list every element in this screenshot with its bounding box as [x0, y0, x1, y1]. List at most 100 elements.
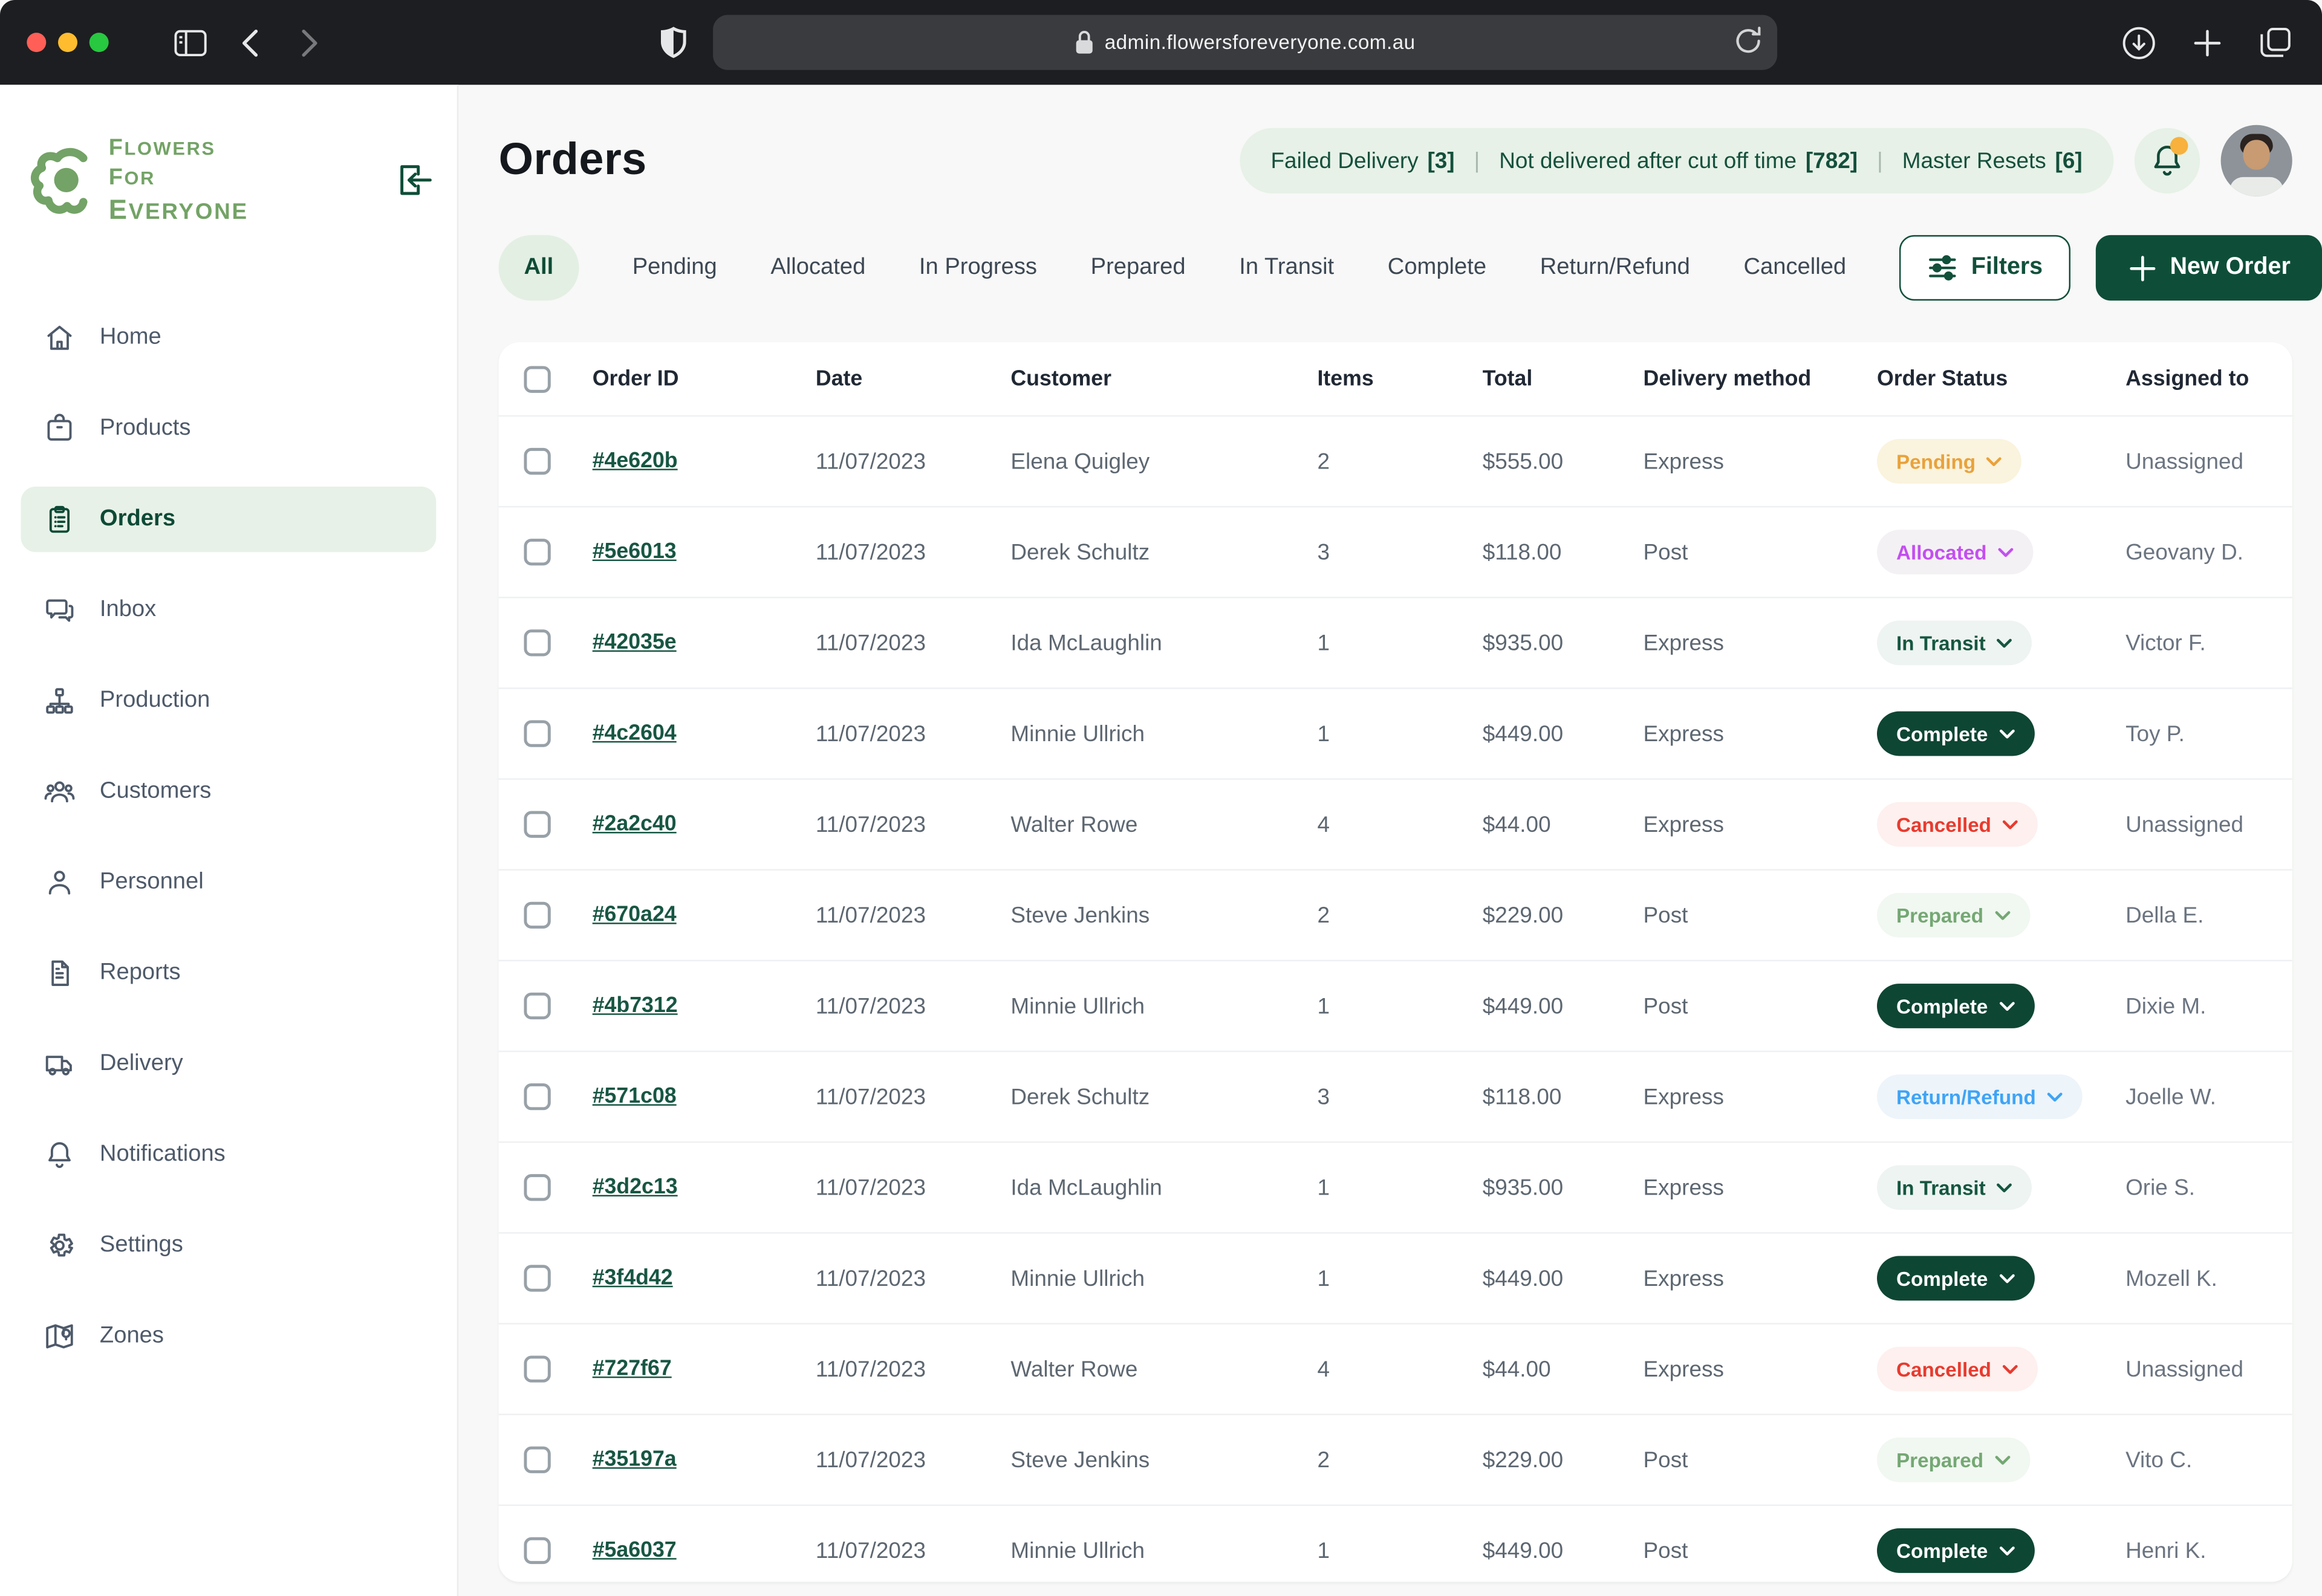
- order-status-badge[interactable]: Return/Refund: [1877, 1074, 2082, 1119]
- alert-segment[interactable]: Master Resets [6]: [1902, 148, 2083, 174]
- order-status-badge[interactable]: Complete: [1877, 1256, 2034, 1301]
- page-title: Orders: [499, 135, 647, 186]
- tab-all[interactable]: All: [499, 235, 579, 300]
- order-id-link[interactable]: #35197a: [593, 1448, 816, 1471]
- sidebar-item-personnel[interactable]: Personnel: [21, 849, 436, 915]
- downloads-icon[interactable]: [2119, 23, 2158, 62]
- tab-in-progress[interactable]: In Progress: [919, 255, 1037, 281]
- order-total: $44.00: [1483, 1357, 1644, 1382]
- zoom-window-button[interactable]: [89, 33, 109, 52]
- order-status-badge[interactable]: Allocated: [1877, 530, 2033, 574]
- order-id-link[interactable]: #571c08: [593, 1085, 816, 1108]
- order-id-link[interactable]: #4b7312: [593, 994, 816, 1017]
- tab-prepared[interactable]: Prepared: [1091, 255, 1186, 281]
- tab-pending[interactable]: Pending: [633, 255, 717, 281]
- order-id-link[interactable]: #3d2c13: [593, 1176, 816, 1199]
- sidebar-item-products[interactable]: Products: [21, 396, 436, 461]
- new-tab-icon[interactable]: [2188, 23, 2226, 62]
- tab-in-transit[interactable]: In Transit: [1239, 255, 1334, 281]
- sidebar-item-zones[interactable]: Zones: [21, 1303, 436, 1369]
- settings-icon: [43, 1229, 76, 1262]
- sidebar-item-orders[interactable]: Orders: [21, 487, 436, 552]
- sidebar-item-label: Orders: [100, 506, 175, 533]
- order-id-link[interactable]: #2a2c40: [593, 813, 816, 836]
- new-order-button[interactable]: New Order: [2096, 235, 2322, 300]
- row-checkbox[interactable]: [524, 1355, 550, 1382]
- reload-icon[interactable]: [1734, 25, 1763, 57]
- order-id-link[interactable]: #4e620b: [593, 449, 816, 473]
- alert-segment[interactable]: Failed Delivery [3]: [1270, 148, 1454, 174]
- row-checkbox[interactable]: [524, 1083, 550, 1110]
- row-checkbox[interactable]: [524, 1265, 550, 1291]
- order-status-badge[interactable]: Complete: [1877, 1528, 2034, 1573]
- order-status-badge[interactable]: Prepared: [1877, 893, 2029, 938]
- close-window-button[interactable]: [27, 33, 46, 52]
- row-checkbox[interactable]: [524, 448, 550, 475]
- sidebar-item-home[interactable]: Home: [21, 305, 436, 370]
- row-checkbox[interactable]: [524, 629, 550, 656]
- order-status-badge[interactable]: Complete: [1877, 712, 2034, 756]
- order-status-badge[interactable]: Complete: [1877, 984, 2034, 1028]
- order-status-badge[interactable]: Cancelled: [1877, 802, 2037, 847]
- sidebar-item-inbox[interactable]: Inbox: [21, 577, 436, 643]
- order-total: $449.00: [1483, 993, 1644, 1019]
- sidebar-item-label: Production: [100, 687, 210, 714]
- address-bar[interactable]: admin.flowersforeveryone.com.au: [713, 15, 1777, 70]
- alert-segment[interactable]: Not delivered after cut off time [782]: [1499, 148, 1858, 174]
- sidebar-item-notifications[interactable]: Notifications: [21, 1122, 436, 1187]
- order-id-link[interactable]: #670a24: [593, 903, 816, 927]
- select-all-checkbox[interactable]: [524, 365, 550, 392]
- sidebar-item-reports[interactable]: Reports: [21, 941, 436, 1006]
- row-checkbox[interactable]: [524, 902, 550, 929]
- status-tabs: All Pending Allocated In Progress Prepared In…: [499, 235, 2292, 300]
- order-id-link[interactable]: #3f4d42: [593, 1267, 816, 1290]
- alerts-summary-bar: Failed Delivery [3] | Not delivered afte…: [1240, 128, 2114, 193]
- sidebar-item-settings[interactable]: Settings: [21, 1213, 436, 1278]
- row-checkbox[interactable]: [524, 811, 550, 838]
- chevron-down-icon: [1994, 1452, 2010, 1468]
- tab-return-refund[interactable]: Return/Refund: [1540, 255, 1690, 281]
- row-checkbox[interactable]: [524, 720, 550, 747]
- back-button[interactable]: [231, 23, 270, 62]
- user-avatar[interactable]: [2221, 125, 2292, 196]
- row-checkbox[interactable]: [524, 993, 550, 1019]
- order-id-link[interactable]: #727f67: [593, 1357, 816, 1381]
- row-checkbox[interactable]: [524, 1537, 550, 1564]
- sidebar-item-customers[interactable]: Customers: [21, 759, 436, 824]
- order-status-badge[interactable]: In Transit: [1877, 1165, 2032, 1210]
- order-assigned-to: Toy P.: [2125, 721, 2292, 747]
- order-id-link[interactable]: #42035e: [593, 631, 816, 655]
- order-customer: Derek Schultz: [1010, 539, 1317, 565]
- order-status-badge[interactable]: Pending: [1877, 439, 2021, 484]
- filters-button[interactable]: Filters: [1900, 235, 2071, 300]
- order-customer: Minnie Ullrich: [1010, 721, 1317, 747]
- row-checkbox[interactable]: [524, 539, 550, 565]
- privacy-shield-icon[interactable]: [654, 23, 692, 62]
- forward-button[interactable]: [290, 23, 329, 62]
- notifications-button[interactable]: [2135, 128, 2200, 193]
- order-id-link[interactable]: #4c2604: [593, 722, 816, 745]
- order-id-link[interactable]: #5a6037: [593, 1539, 816, 1562]
- col-header-order-id: Order ID: [593, 367, 816, 391]
- sidebar-item-label: Home: [100, 324, 161, 351]
- company-logo[interactable]: Flowers For Everyone: [30, 134, 249, 228]
- tab-allocated[interactable]: Allocated: [770, 255, 865, 281]
- order-date: 11/07/2023: [816, 903, 1010, 928]
- row-checkbox[interactable]: [524, 1447, 550, 1473]
- order-customer: Minnie Ullrich: [1010, 1538, 1317, 1563]
- order-delivery-method: Post: [1644, 1447, 1877, 1473]
- minimize-window-button[interactable]: [58, 33, 77, 52]
- order-status-badge[interactable]: Prepared: [1877, 1438, 2029, 1482]
- row-checkbox[interactable]: [524, 1174, 550, 1201]
- notification-badge-dot: [2170, 137, 2188, 155]
- order-id-link[interactable]: #5e6013: [593, 540, 816, 564]
- tab-overview-icon[interactable]: [2257, 23, 2295, 62]
- collapse-sidebar-icon[interactable]: [397, 161, 433, 200]
- sidebar-item-production[interactable]: Production: [21, 668, 436, 733]
- sidebar-toggle-icon[interactable]: [171, 23, 210, 62]
- tab-complete[interactable]: Complete: [1388, 255, 1486, 281]
- sidebar-item-delivery[interactable]: Delivery: [21, 1031, 436, 1097]
- tab-cancelled[interactable]: Cancelled: [1743, 255, 1846, 281]
- order-status-badge[interactable]: In Transit: [1877, 620, 2032, 665]
- order-status-badge[interactable]: Cancelled: [1877, 1347, 2037, 1392]
